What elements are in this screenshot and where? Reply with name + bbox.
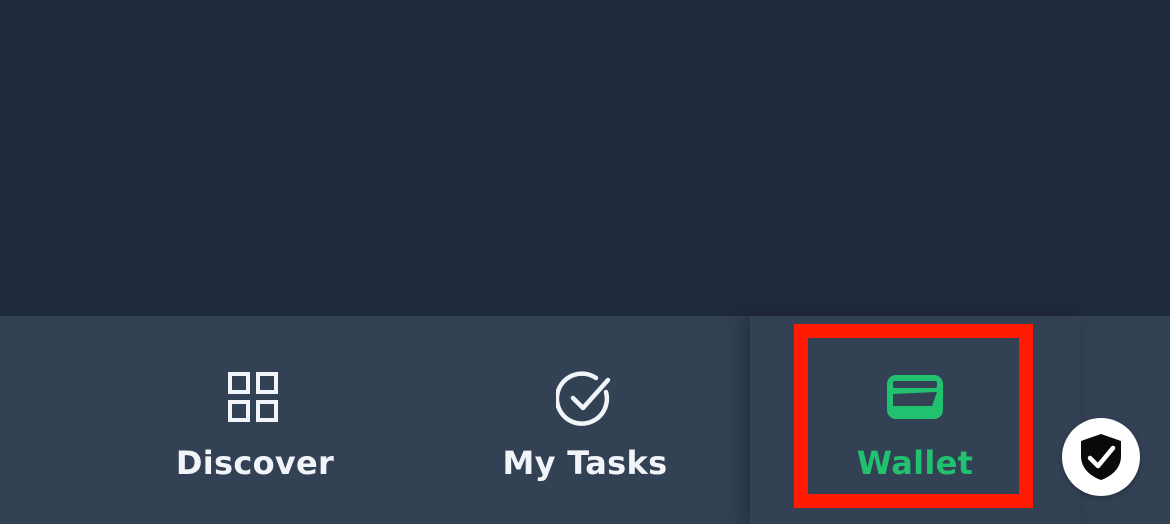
shield-check-icon: [1081, 434, 1121, 480]
tab-discover[interactable]: Discover: [90, 316, 420, 524]
tab-my-tasks-label: My Tasks: [502, 444, 668, 482]
app-screen: Discover My Tasks Wallet: [0, 0, 1170, 524]
tab-my-tasks[interactable]: My Tasks: [420, 316, 750, 524]
wallet-icon: [887, 375, 943, 419]
tab-wallet[interactable]: Wallet: [750, 316, 1080, 524]
shield-button[interactable]: [1062, 418, 1140, 496]
tab-discover-label: Discover: [175, 444, 335, 482]
check-circle-icon: [556, 371, 611, 426]
content-area: [0, 0, 1170, 316]
grid-icon: [228, 372, 278, 422]
tab-wallet-label: Wallet: [856, 444, 974, 482]
